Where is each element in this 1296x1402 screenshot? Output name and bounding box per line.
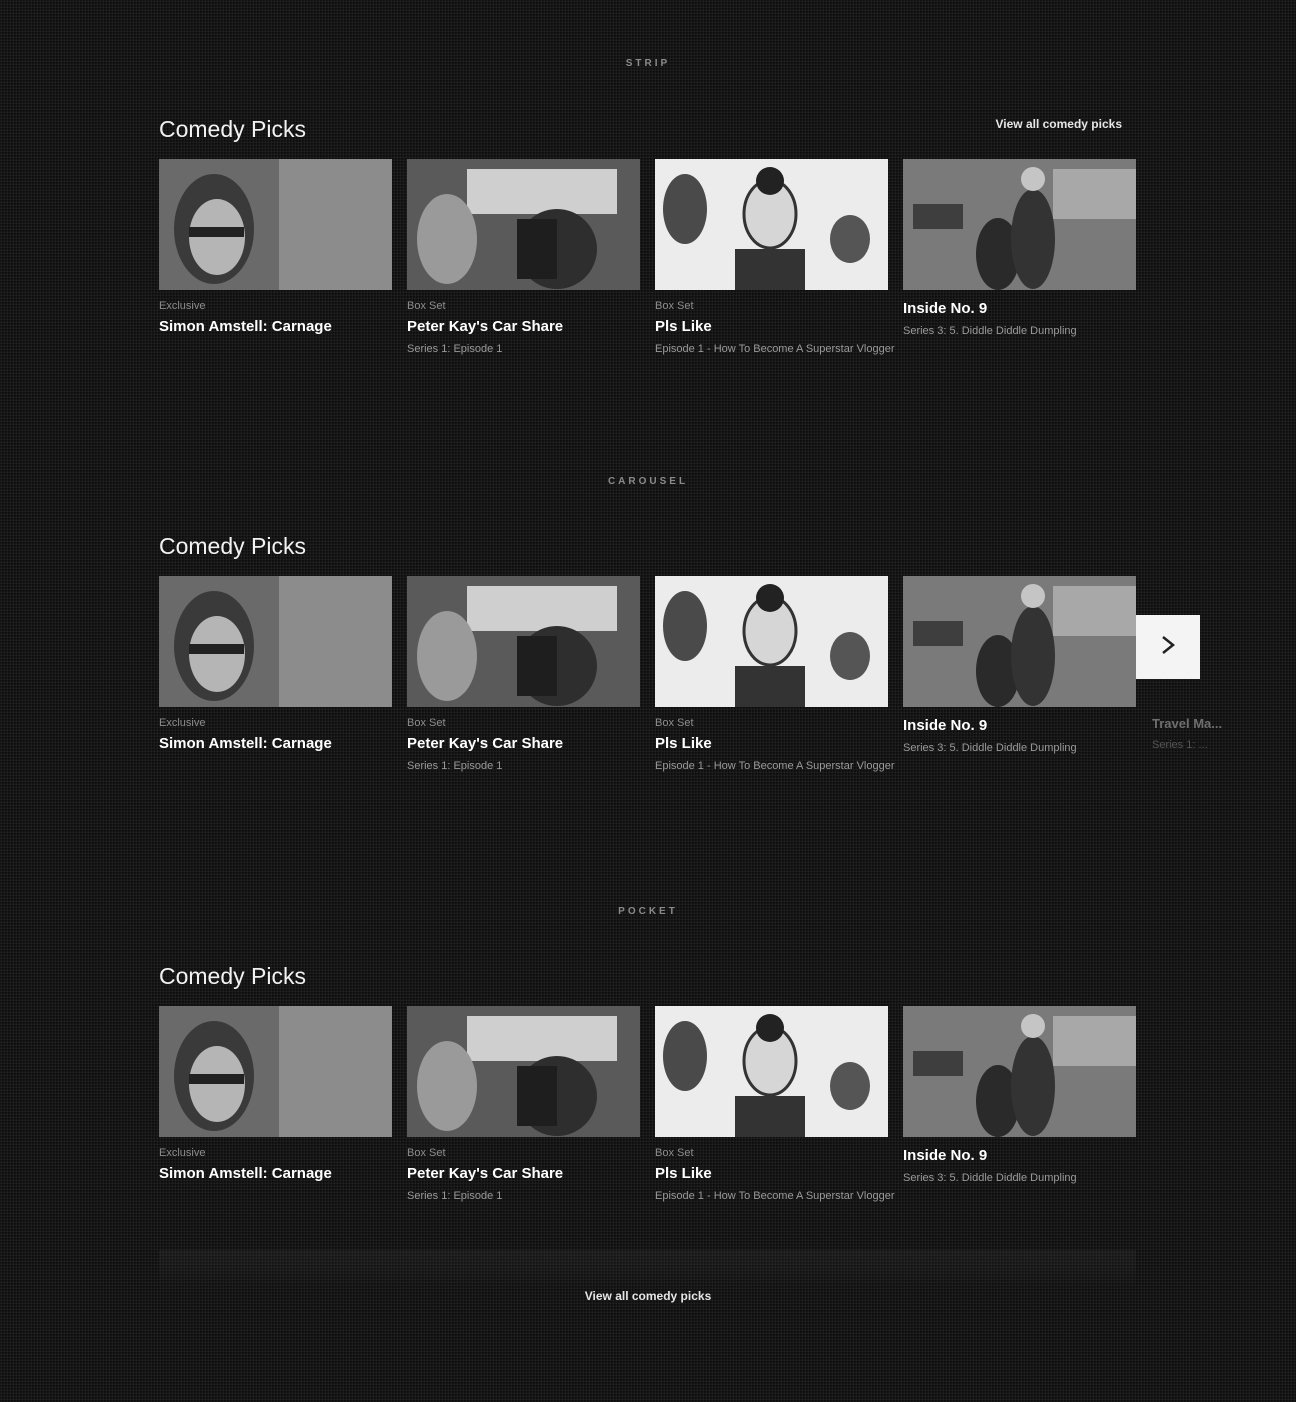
tile-subtitle: Series 1: Episode 1	[407, 760, 503, 772]
tile-tag: Exclusive	[159, 300, 206, 312]
rail-title: Comedy Picks	[159, 116, 306, 142]
tile-car-share[interactable]: Box Set Peter Kay's Car Share Series 1: …	[407, 1006, 640, 1205]
tile-car-share[interactable]: Box Set Peter Kay's Car Share Series 1: …	[407, 159, 640, 358]
tile-title: Inside No. 9	[903, 300, 988, 317]
pocket-fade	[159, 1250, 1136, 1290]
tile-tag: Exclusive	[159, 717, 206, 729]
tile-pls-like[interactable]: Box Set Pls Like Episode 1 - How To Beco…	[655, 576, 895, 775]
tile-title: Pls Like	[655, 735, 712, 752]
chevron-right-icon	[1158, 635, 1178, 660]
tile-title: Simon Amstell: Carnage	[159, 735, 332, 752]
tile-image	[159, 576, 392, 707]
tile-title: Simon Amstell: Carnage	[159, 318, 332, 335]
tile-tag: Exclusive	[159, 1147, 206, 1159]
view-all-link[interactable]: View all comedy picks	[995, 117, 1122, 131]
tile-image	[159, 159, 392, 290]
tile-subtitle: Episode 1 - How To Become A Superstar Vl…	[655, 760, 895, 772]
tile-image	[655, 576, 888, 707]
carousel-next-button[interactable]	[1136, 615, 1200, 679]
tile-title: Peter Kay's Car Share	[407, 318, 564, 335]
tile-inside-no-9[interactable]: Inside No. 9 Series 3: 5. Diddle Diddle …	[903, 576, 1136, 757]
tile-inside-no-9[interactable]: Inside No. 9 Series 3: 5. Diddle Diddle …	[903, 159, 1136, 340]
tile-subtitle: Episode 1 - How To Become A Superstar Vl…	[655, 343, 895, 355]
tile-image	[655, 159, 888, 290]
tile-simon-amstell[interactable]: Exclusive Simon Amstell: Carnage	[159, 576, 392, 758]
tile-title: Peter Kay's Car Share	[407, 735, 564, 752]
tile-subtitle: Series 1: Episode 1	[407, 1190, 503, 1202]
tile-image	[903, 576, 1136, 707]
tile-title: Peter Kay's Car Share	[407, 1165, 564, 1182]
tile-tag: Box Set	[407, 300, 446, 312]
tile-title: Inside No. 9	[903, 717, 988, 734]
tile-subtitle: Series 1: Episode 1	[407, 343, 503, 355]
tile-tag: Box Set	[655, 717, 694, 729]
tile-inside-no-9[interactable]: Inside No. 9 Series 3: 5. Diddle Diddle …	[903, 1006, 1136, 1187]
tile-title: Simon Amstell: Carnage	[159, 1165, 332, 1182]
tile-subtitle: Series 3: 5. Diddle Diddle Dumpling	[903, 325, 1077, 337]
tile-title: Pls Like	[655, 1165, 712, 1182]
tile-title: Inside No. 9	[903, 1147, 988, 1164]
tile-subtitle: Series 3: 5. Diddle Diddle Dumpling	[903, 742, 1077, 754]
tile-image	[407, 576, 640, 707]
rail-title: Comedy Picks	[159, 963, 306, 989]
tile-image	[159, 1006, 392, 1137]
tile-tag: Box Set	[655, 300, 694, 312]
peek-tile[interactable]: Travel Ma... Series 1: ...	[1152, 716, 1296, 751]
tile-tag: Box Set	[407, 717, 446, 729]
tile-image	[407, 159, 640, 290]
tile-image	[655, 1006, 888, 1137]
tile-image	[903, 159, 1136, 290]
view-all-link[interactable]: View all comedy picks	[0, 1289, 1296, 1303]
rail-title: Comedy Picks	[159, 533, 306, 559]
tile-image	[903, 1006, 1136, 1137]
tile-title: Pls Like	[655, 318, 712, 335]
tile-simon-amstell[interactable]: Exclusive Simon Amstell: Carnage	[159, 159, 392, 341]
tile-subtitle: Episode 1 - How To Become A Superstar Vl…	[655, 1190, 895, 1202]
tile-image	[407, 1006, 640, 1137]
section-label: POCKET	[618, 906, 678, 917]
section-label: STRIP	[625, 58, 671, 69]
tile-car-share[interactable]: Box Set Peter Kay's Car Share Series 1: …	[407, 576, 640, 775]
tile-pls-like[interactable]: Box Set Pls Like Episode 1 - How To Beco…	[655, 159, 895, 358]
tile-subtitle: Series 3: 5. Diddle Diddle Dumpling	[903, 1172, 1077, 1184]
tile-tag: Box Set	[407, 1147, 446, 1159]
tile-pls-like[interactable]: Box Set Pls Like Episode 1 - How To Beco…	[655, 1006, 895, 1205]
tile-simon-amstell[interactable]: Exclusive Simon Amstell: Carnage	[159, 1006, 392, 1188]
section-label: CAROUSEL	[607, 476, 689, 487]
peek-title: Travel Ma...	[1152, 716, 1223, 731]
peek-subtitle: Series 1: ...	[1152, 739, 1208, 751]
tile-tag: Box Set	[655, 1147, 694, 1159]
